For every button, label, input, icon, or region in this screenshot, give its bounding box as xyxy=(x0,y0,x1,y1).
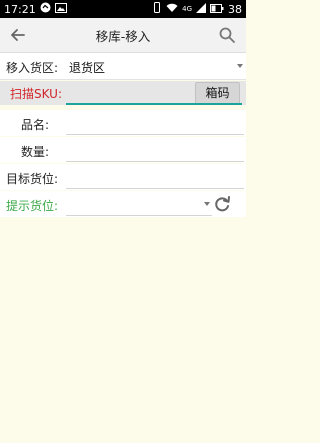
target-label: 目标货位: xyxy=(6,172,59,186)
qty-field[interactable] xyxy=(66,137,244,162)
vibrate-icon xyxy=(152,2,162,16)
name-label: 品名: xyxy=(21,118,50,132)
sku-label: 扫描SKU: xyxy=(10,87,62,101)
refresh-icon[interactable] xyxy=(212,194,232,214)
signal-icon xyxy=(196,2,206,16)
sku-input-underline xyxy=(66,103,242,105)
app-bar: 移库-移入 xyxy=(0,18,246,53)
status-bar-left: 17:21 xyxy=(4,2,67,16)
image-icon xyxy=(54,2,67,16)
status-time: 17:21 xyxy=(4,2,36,16)
qty-row: 数量: xyxy=(0,137,246,163)
search-icon[interactable] xyxy=(218,26,236,44)
qty-label: 数量: xyxy=(21,145,50,159)
target-row: 目标货位: xyxy=(0,164,246,190)
dropdown-caret-icon xyxy=(204,202,210,206)
sku-row: 扫描SKU: 箱码 xyxy=(0,81,246,105)
wifi-icon xyxy=(166,3,178,16)
page-title: 移库-移入 xyxy=(95,29,151,44)
box-code-button[interactable]: 箱码 xyxy=(195,82,240,105)
network-type: 4G xyxy=(182,4,192,13)
hint-row: 提示货位: xyxy=(0,191,246,217)
divider xyxy=(0,79,246,80)
sku-input[interactable] xyxy=(66,83,192,101)
notification-icon xyxy=(40,2,51,16)
status-bar-right: 4G 38 xyxy=(152,2,242,16)
dropdown-caret-icon xyxy=(237,64,243,68)
name-field xyxy=(66,110,244,135)
name-row: 品名: xyxy=(0,110,246,136)
hint-location-select[interactable] xyxy=(66,191,212,216)
target-location-input[interactable] xyxy=(66,164,244,189)
zone-label: 移入货区: xyxy=(6,61,59,75)
hint-label: 提示货位: xyxy=(6,199,59,213)
battery-level: 38 xyxy=(228,2,242,16)
zone-row: 移入货区: 退货区 xyxy=(0,53,246,79)
battery-icon xyxy=(210,3,224,16)
zone-select-value: 退货区 xyxy=(69,61,106,75)
zone-select[interactable]: 退货区 xyxy=(66,53,246,79)
status-bar: 17:21 4G 38 xyxy=(0,0,246,18)
